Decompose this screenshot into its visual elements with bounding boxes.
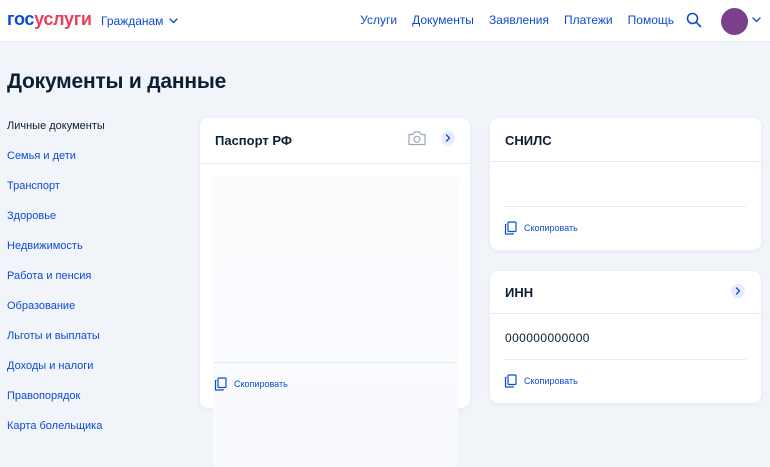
chevron-right-icon [445,134,451,142]
passport-card: Паспорт РФ Скопировать [200,118,470,467]
passport-copy-button[interactable]: Скопировать [214,376,288,392]
page-title: Документы и данные [7,70,227,93]
main-nav: Услуги Документы Заявления Платежи Помощ… [360,12,674,30]
camera-icon[interactable] [407,130,427,146]
nav-payments[interactable]: Платежи [564,12,613,30]
nav-applications[interactable]: Заявления [489,12,549,30]
inn-value: 000000000000 [505,331,590,345]
copy-icon [214,377,227,391]
copy-icon [504,221,517,235]
sidebar-item-law-order[interactable]: Правопорядок [7,388,177,418]
nav-documents[interactable]: Документы [412,12,474,30]
snils-copy-label: Скопировать [524,223,578,233]
copy-icon [504,374,517,388]
sidebar-item-real-estate[interactable]: Недвижимость [7,238,177,268]
inn-open-button[interactable] [731,284,745,298]
sidebar-item-health[interactable]: Здоровье [7,208,177,238]
sidebar-item-transport[interactable]: Транспорт [7,178,177,208]
passport-copy-label: Скопировать [234,379,288,389]
sidebar-item-income-taxes[interactable]: Доходы и налоги [7,358,177,388]
gosuslugi-logo[interactable]: госуслуги [7,8,92,30]
nav-services[interactable]: Услуги [360,12,397,30]
sidebar-item-personal-documents[interactable]: Личные документы [7,118,177,148]
snils-card-title: СНИЛС [505,133,552,148]
passport-open-button[interactable] [441,131,455,145]
sidebar-item-family[interactable]: Семья и дети [7,148,177,178]
sidebar-item-education[interactable]: Образование [7,298,177,328]
audience-label: Гражданам [101,14,164,28]
snils-copy-button[interactable]: Скопировать [504,220,578,236]
chevron-down-icon[interactable] [752,17,761,23]
snils-footer-divider [504,206,746,207]
inn-copy-button[interactable]: Скопировать [504,373,578,389]
sidebar-item-fan-card[interactable]: Карта болельщика [7,418,177,448]
chevron-down-icon [169,18,179,24]
search-icon[interactable] [686,12,702,28]
top-header: госуслуги Гражданам Услуги Документы Зая… [0,0,770,42]
passport-footer-divider [213,362,458,363]
inn-copy-label: Скопировать [524,376,578,386]
logo-part-2: услуги [34,9,92,29]
passport-preview-area [213,176,458,467]
user-avatar[interactable] [721,8,748,35]
inn-card-title: ИНН [505,285,534,300]
nav-help[interactable]: Помощь [628,12,674,30]
audience-selector[interactable]: Гражданам [101,12,179,30]
snils-card: СНИЛС Скопировать [490,118,761,250]
sidebar-item-benefits[interactable]: Льготы и выплаты [7,328,177,358]
inn-card: ИНН 000000000000 Скопировать [490,271,761,403]
snils-header-divider [490,161,761,162]
inn-footer-divider [504,359,746,360]
inn-header-divider [490,313,761,314]
passport-card-title: Паспорт РФ [215,133,292,148]
logo-part-1: гос [7,9,35,29]
passport-header-divider [200,163,470,164]
sidebar: Личные документы Семья и дети Транспорт … [7,118,177,448]
chevron-right-icon [735,287,741,295]
sidebar-item-work-pension[interactable]: Работа и пенсия [7,268,177,298]
